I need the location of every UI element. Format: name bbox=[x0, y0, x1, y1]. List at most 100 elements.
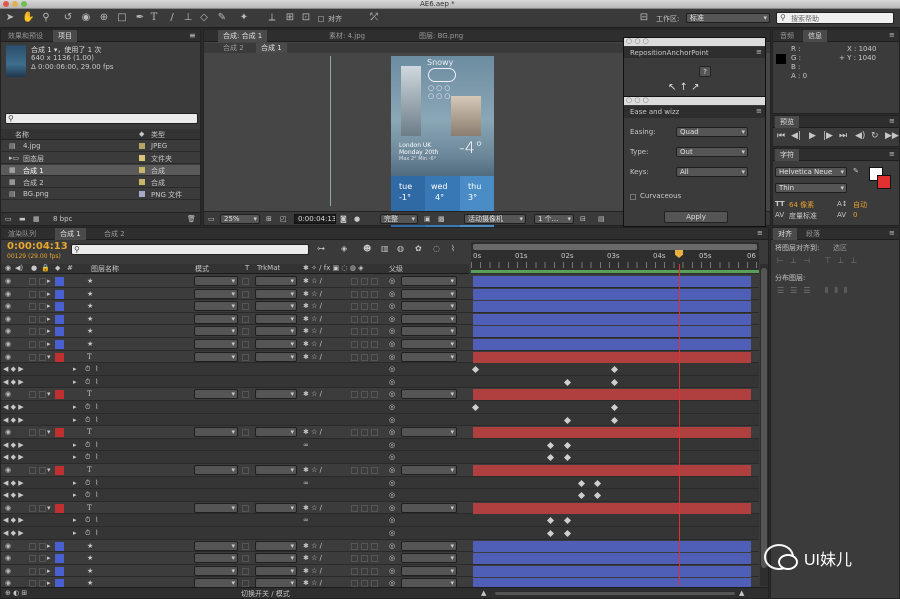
video-eye-icon[interactable]: ◉ bbox=[5, 554, 11, 562]
pickwhip-icon[interactable]: ◎ bbox=[389, 416, 395, 424]
blend-mode-dropdown[interactable] bbox=[194, 313, 238, 324]
keyframe-icon[interactable] bbox=[610, 366, 619, 374]
timeline-zoom-slider[interactable] bbox=[495, 592, 735, 595]
bpc-label[interactable]: 8 bpc bbox=[53, 215, 72, 223]
video-eye-icon[interactable]: ◉ bbox=[5, 567, 11, 575]
keyframe-navigator-icon[interactable]: ◀ ◆ ▶ bbox=[3, 516, 24, 524]
keyframe-icon[interactable] bbox=[563, 416, 571, 424]
layer-duration-bar[interactable] bbox=[473, 301, 751, 313]
scrollbar-thumb[interactable] bbox=[761, 268, 767, 568]
graph-icon[interactable]: ⌇ bbox=[95, 365, 98, 373]
layer-switches-icon[interactable]: ✱ ☆ ∕ bbox=[303, 353, 322, 361]
lock-switch[interactable] bbox=[39, 504, 46, 512]
preserve-transparency-checkbox[interactable] bbox=[242, 328, 249, 336]
layer-row[interactable]: ◉ ▸ ★ ✱ ☆ ∕ ◎ bbox=[1, 577, 759, 587]
label-color-swatch[interactable] bbox=[139, 191, 145, 197]
pickwhip-icon[interactable]: ◎ bbox=[389, 403, 395, 411]
label-color-swatch[interactable] bbox=[139, 167, 145, 173]
keyframe-icon[interactable] bbox=[471, 403, 480, 412]
layer-duration-bar[interactable] bbox=[473, 502, 751, 514]
fx-switch[interactable] bbox=[351, 467, 358, 474]
video-eye-icon[interactable]: ◉ bbox=[5, 315, 11, 323]
leading-value[interactable]: 自动 bbox=[853, 200, 867, 210]
pan-behind-tool-icon[interactable]: ⊕ bbox=[98, 12, 110, 24]
fx-switch[interactable] bbox=[351, 353, 358, 361]
blend-mode-dropdown[interactable] bbox=[194, 427, 238, 438]
fx-switch[interactable] bbox=[351, 580, 358, 587]
local-axis-icon[interactable]: ⟂ bbox=[266, 12, 278, 24]
layer-label-color[interactable] bbox=[55, 554, 64, 564]
graph-icon[interactable]: ⌇ bbox=[95, 441, 98, 449]
new-folder-icon[interactable]: ▬ bbox=[19, 215, 26, 223]
layer-label-color[interactable] bbox=[55, 390, 64, 400]
expand-triangle-icon[interactable]: ▸ bbox=[73, 479, 77, 487]
property-row[interactable]: ◀ ◆ ▶ ▸ ⏱ ⌇ ◎ bbox=[1, 451, 759, 464]
ram-preview-icon[interactable]: ▶▶ bbox=[885, 131, 899, 141]
preserve-transparency-checkbox[interactable] bbox=[242, 504, 249, 512]
show-channel-icon[interactable]: ● bbox=[354, 215, 360, 223]
layer-switches-icon[interactable]: ✱ ☆ ∕ bbox=[303, 554, 322, 562]
expand-triangle-icon[interactable]: ▸ bbox=[73, 403, 77, 411]
video-eye-icon[interactable]: ◉ bbox=[5, 277, 11, 285]
adjustment-switch[interactable] bbox=[371, 542, 378, 550]
keyframe-icon[interactable] bbox=[547, 454, 555, 462]
help-search-field[interactable]: ⚲ 搜索帮助 bbox=[776, 12, 894, 24]
blend-mode-dropdown[interactable] bbox=[194, 565, 238, 576]
video-eye-icon[interactable]: ◉ bbox=[5, 579, 11, 587]
constrain-proportions-icon[interactable]: ∞ bbox=[303, 479, 309, 487]
blend-mode-dropdown[interactable] bbox=[194, 301, 238, 312]
layer-label-color[interactable] bbox=[55, 340, 64, 349]
video-eye-icon[interactable]: ◉ bbox=[5, 504, 11, 512]
solo-switch[interactable] bbox=[29, 278, 36, 285]
frame-blending-icon[interactable]: ▥ bbox=[381, 244, 389, 253]
video-eye-icon[interactable]: ◉ bbox=[5, 327, 11, 335]
track-matte-dropdown[interactable] bbox=[255, 301, 297, 312]
graph-icon[interactable]: ⌇ bbox=[95, 453, 98, 461]
layer-duration-bar[interactable] bbox=[473, 276, 751, 287]
pickwhip-icon[interactable]: ◎ bbox=[389, 441, 395, 449]
fx-switch[interactable] bbox=[351, 303, 358, 311]
window-buttons-icon[interactable]: ○ ○ ○ bbox=[626, 37, 649, 45]
layer-duration-bar[interactable] bbox=[473, 578, 751, 587]
pickwhip-icon[interactable]: ◎ bbox=[389, 504, 395, 512]
rectangle-tool-icon[interactable]: □ bbox=[116, 12, 128, 24]
property-row[interactable]: ◀ ◆ ▶ ▸ ⏱ ⌇ ∞ ◎ bbox=[1, 514, 759, 527]
solo-switch[interactable] bbox=[29, 341, 36, 348]
lock-switch[interactable] bbox=[39, 567, 46, 575]
solo-switch[interactable] bbox=[29, 303, 36, 311]
layer-label-color[interactable] bbox=[55, 277, 64, 286]
layer-label-color[interactable] bbox=[55, 327, 64, 337]
grid-icon[interactable]: ⊞ bbox=[266, 215, 272, 223]
stopwatch-icon[interactable]: ⏱ bbox=[85, 441, 90, 450]
eyedropper-icon[interactable]: ✎ bbox=[853, 167, 859, 175]
motion-blur-switch[interactable] bbox=[361, 504, 368, 512]
expand-triangle-icon[interactable]: ▸ bbox=[47, 579, 51, 587]
layer-row[interactable]: ◉ ▸ ★ ✱ ☆ ∕ ◎ bbox=[1, 312, 759, 326]
keyframe-icon[interactable] bbox=[577, 479, 585, 487]
project-item[interactable]: ▤ BG.png PNG 文件 bbox=[1, 189, 200, 200]
parent-dropdown[interactable] bbox=[401, 465, 457, 475]
preserve-transparency-checkbox[interactable] bbox=[242, 341, 249, 348]
type-tool-icon[interactable]: T bbox=[148, 12, 160, 24]
mask-toggle-icon[interactable]: ◰ bbox=[280, 215, 287, 223]
parent-dropdown[interactable] bbox=[401, 578, 457, 587]
layer-duration-bar[interactable] bbox=[473, 326, 751, 338]
layer-row[interactable]: ◉ ▸ ★ ✱ ☆ ∕ ◎ bbox=[1, 275, 759, 288]
tab-info[interactable]: 信息 bbox=[803, 30, 827, 42]
layer-row[interactable]: ◉ ▾ T ✱ ☆ ∕ ◎ bbox=[1, 350, 759, 364]
adjustment-switch[interactable] bbox=[371, 504, 378, 512]
playhead-marker-icon[interactable] bbox=[675, 250, 683, 258]
property-row[interactable]: ◀ ◆ ▶ ▸ ⏱ ⌇ ∞ ◎ bbox=[1, 438, 759, 452]
layer-duration-bar[interactable] bbox=[473, 351, 751, 363]
graph-icon[interactable]: ⌇ bbox=[95, 378, 98, 386]
label-color-swatch[interactable] bbox=[139, 155, 145, 161]
layer-switches-icon[interactable]: ✱ ☆ ∕ bbox=[303, 428, 322, 436]
graph-icon[interactable]: ⌇ bbox=[95, 479, 98, 487]
blend-mode-dropdown[interactable] bbox=[194, 288, 238, 299]
preserve-transparency-checkbox[interactable] bbox=[242, 353, 249, 361]
first-frame-icon[interactable]: ⏮ bbox=[777, 131, 785, 141]
pickwhip-icon[interactable]: ◎ bbox=[389, 302, 395, 310]
rotate-tool-icon[interactable]: ↺ bbox=[62, 12, 74, 24]
pickwhip-icon[interactable]: ◎ bbox=[389, 315, 395, 323]
track-matte-dropdown[interactable] bbox=[255, 276, 297, 286]
